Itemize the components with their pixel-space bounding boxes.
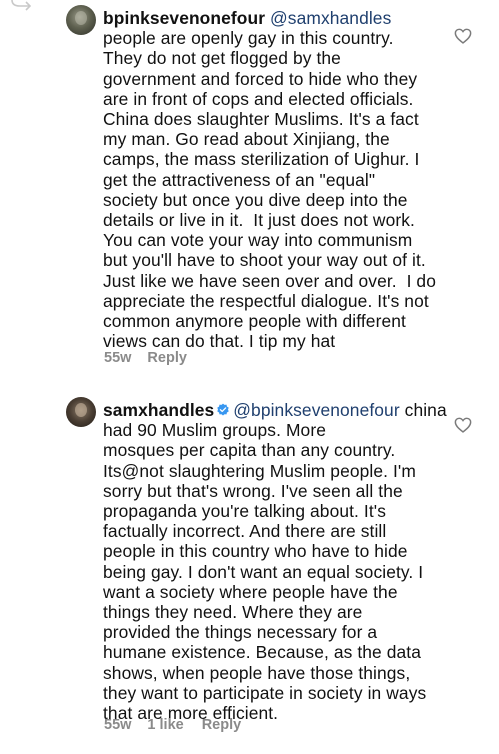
comment-text: people are openly gay in this country. T… bbox=[103, 28, 436, 352]
like-heart-icon[interactable] bbox=[454, 28, 472, 44]
comment-meta: 55w 1 like Reply bbox=[104, 717, 241, 733]
comment-timestamp: 55w bbox=[104, 350, 132, 366]
comment-body: bpinksevenonefour @samxhandles people ar… bbox=[103, 8, 448, 351]
verified-badge-icon bbox=[217, 403, 230, 416]
comment-username[interactable]: samxhandles bbox=[103, 400, 214, 420]
comment-mention[interactable]: @samxhandles bbox=[270, 8, 391, 28]
avatar[interactable] bbox=[66, 397, 96, 427]
reply-button[interactable]: Reply bbox=[147, 350, 187, 366]
avatar[interactable] bbox=[66, 5, 96, 35]
comment-username[interactable]: bpinksevenonefour bbox=[103, 8, 265, 28]
reply-thread-line-icon bbox=[11, 0, 32, 11]
like-heart-icon[interactable] bbox=[454, 417, 472, 433]
comment-like-count[interactable]: 1 like bbox=[147, 717, 183, 733]
comment-body: samxhandles @bpinksevenonefour china had… bbox=[103, 400, 448, 723]
comment-mention[interactable]: @bpinksevenonefour bbox=[233, 400, 399, 420]
reply-button[interactable]: Reply bbox=[202, 717, 242, 733]
comment-text: china had 90 Muslim groups. More mosques… bbox=[103, 400, 447, 724]
comment-timestamp: 55w bbox=[104, 717, 132, 733]
comment-meta: 55w Reply bbox=[104, 350, 187, 366]
